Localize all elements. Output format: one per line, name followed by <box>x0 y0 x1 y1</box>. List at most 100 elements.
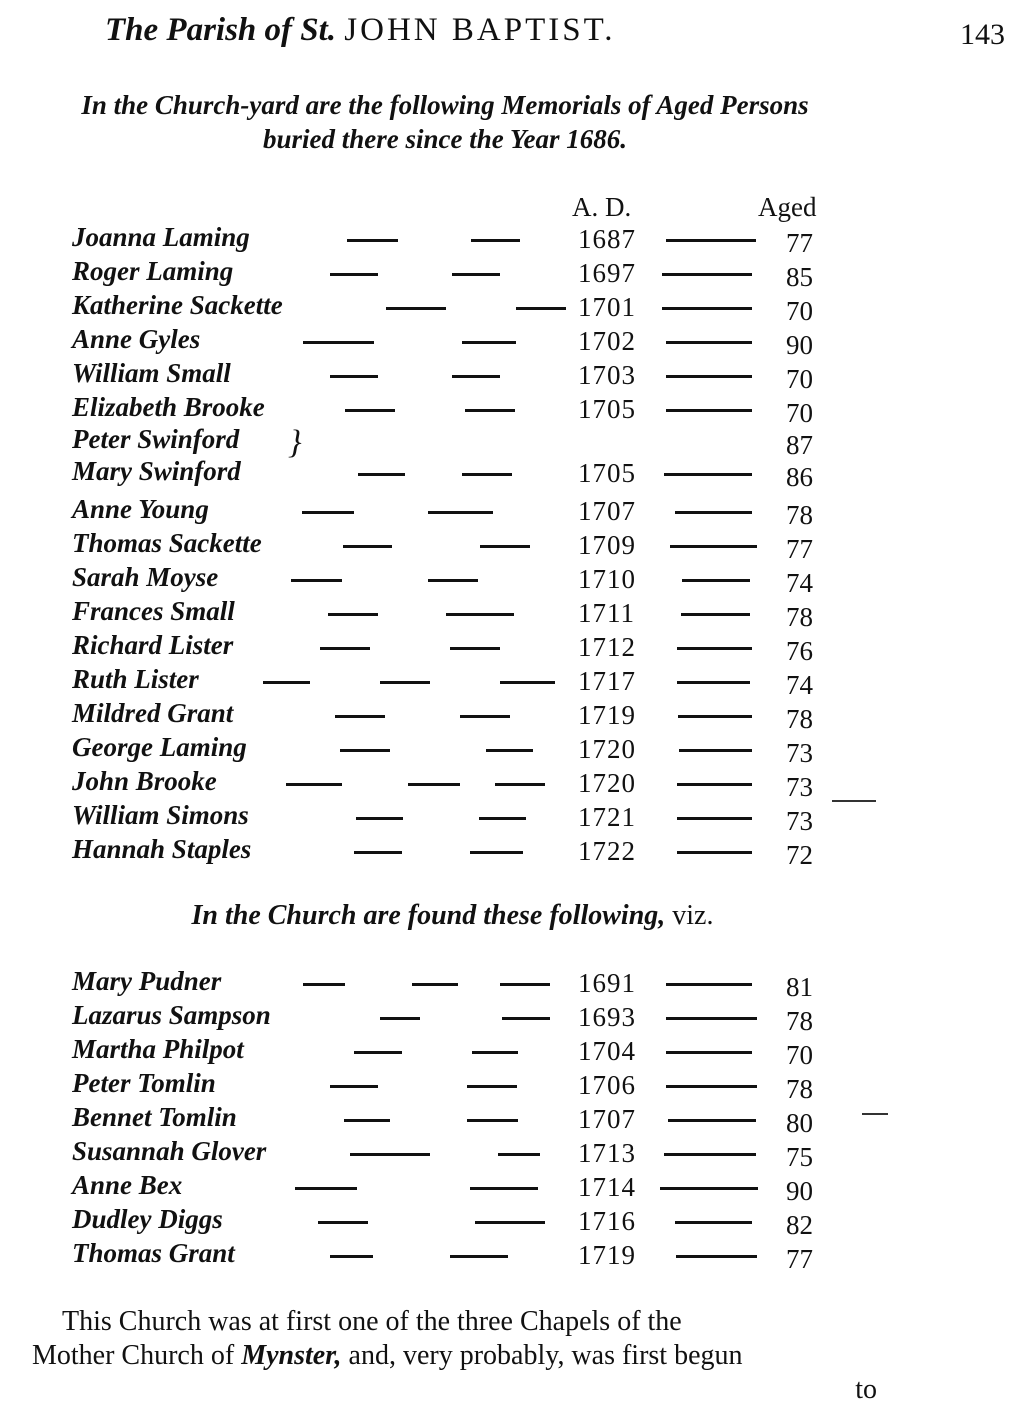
leader-dash <box>428 511 493 514</box>
leader-dash <box>675 511 752 514</box>
leader-dash <box>679 749 752 752</box>
entry-year: 1710 <box>578 564 636 594</box>
entry-age: 90 <box>786 330 813 360</box>
entry-year: 1719 <box>578 700 636 730</box>
entry-year: 1712 <box>578 632 636 662</box>
leader-dash <box>462 473 512 476</box>
entry-name: William Small <box>72 358 231 388</box>
leader-dash <box>330 273 378 276</box>
entry-year: 1704 <box>578 1036 636 1066</box>
entry-year: 1713 <box>578 1138 636 1168</box>
leader-dash <box>330 1255 373 1258</box>
entry-name: Anne Bex <box>72 1170 183 1200</box>
entry-year: 1707 <box>578 496 636 526</box>
entry-age: 77 <box>786 1244 813 1274</box>
entry-year: 1707 <box>578 1104 636 1134</box>
leader-dash <box>330 1085 378 1088</box>
entry-year: 1716 <box>578 1206 636 1236</box>
entry-name: Anne Young <box>72 494 209 524</box>
leader-dash <box>343 545 392 548</box>
leader-dash <box>670 545 757 548</box>
churchyard-intro: In the Church-yard are the following Mem… <box>0 88 890 156</box>
paragraph-line-2: Mother Church of Mynster, and, very prob… <box>32 1339 877 1373</box>
leader-dash <box>462 341 516 344</box>
leader-dash <box>380 1017 420 1020</box>
entry-age: 90 <box>786 1176 813 1206</box>
churchyard-entry: Richard Lister 1712 76 <box>0 630 1023 666</box>
leader-dash <box>302 511 354 514</box>
churchyard-entry: Sarah Moyse 1710 74 <box>0 562 1023 598</box>
entry-name: Thomas Sackette <box>72 528 262 558</box>
churchyard-entry: George Laming 1720 73 <box>0 732 1023 768</box>
leader-dash <box>428 579 478 582</box>
churchyard-entry: Katherine Sackette 1701 70 <box>0 290 1023 326</box>
leader-dash <box>318 1221 368 1224</box>
entry-age: 73 <box>786 738 813 768</box>
entry-year: 1717 <box>578 666 636 696</box>
leader-dash <box>350 1153 430 1156</box>
entry-name: Katherine Sackette <box>72 290 283 320</box>
entry-age: 76 <box>786 636 813 666</box>
churchyard-entry: Roger Laming 1697 85 <box>0 256 1023 292</box>
column-header-age: Aged <box>758 192 817 222</box>
church-heading: In the Church are found these following,… <box>0 900 905 932</box>
entry-name: Elizabeth Brooke <box>72 392 265 422</box>
entry-year: 1720 <box>578 768 636 798</box>
entry-year: 1691 <box>578 968 636 998</box>
entry-name: Susannah Glover <box>72 1136 267 1166</box>
bracket-symbol: } <box>288 424 302 461</box>
leader-dash <box>675 1221 752 1224</box>
leader-dash <box>666 409 752 412</box>
body-paragraph: This Church was at first one of the thre… <box>32 1305 877 1407</box>
entry-year: 1720 <box>578 734 636 764</box>
leader-dash <box>500 681 555 684</box>
entry-year: 1722 <box>578 836 636 866</box>
entry-year: 1719 <box>578 1240 636 1270</box>
entry-name: Thomas Grant <box>72 1238 235 1268</box>
leader-dash <box>677 851 752 854</box>
entry-name: Frances Small <box>72 596 235 626</box>
paragraph-place-name: Mynster, <box>241 1340 342 1371</box>
leader-dash <box>666 1051 752 1054</box>
page-title: The Parish of St. JOHN BAPTIST. <box>105 12 616 49</box>
churchyard-entry: Ruth Lister 1717 74 <box>0 664 1023 700</box>
entry-name: Bennet Tomlin <box>72 1102 237 1132</box>
entry-name: Hannah Staples <box>72 834 252 864</box>
churchyard-entry: Peter Swinford 87 <box>0 424 1023 460</box>
churchyard-entry: Anne Gyles 1702 90 <box>0 324 1023 360</box>
entry-name: George Laming <box>72 732 247 762</box>
leader-dash <box>330 375 378 378</box>
leader-dash <box>470 851 523 854</box>
leader-dash <box>660 1187 758 1190</box>
leader-dash <box>486 749 533 752</box>
leader-dash <box>677 783 752 786</box>
entry-year: 1705 <box>578 458 636 488</box>
leader-dash <box>470 1187 538 1190</box>
title-italic: The Parish of St. <box>105 12 337 48</box>
leader-dash <box>380 681 430 684</box>
entry-year: 1697 <box>578 258 636 288</box>
leader-dash <box>479 817 526 820</box>
entry-name: Anne Gyles <box>72 324 201 354</box>
entry-age: 75 <box>786 1142 813 1172</box>
leader-dash <box>347 239 398 242</box>
leader-dash <box>681 613 750 616</box>
leader-dash <box>676 1255 757 1258</box>
churchyard-entry: Elizabeth Brooke 1705 70 <box>0 392 1023 428</box>
leader-dash <box>668 1119 756 1122</box>
churchyard-entry: William Small 1703 70 <box>0 358 1023 394</box>
entry-year: 1709 <box>578 530 636 560</box>
church-entry: Anne Bex 1714 90 <box>0 1170 1023 1206</box>
title-caps: JOHN BAPTIST. <box>344 12 616 48</box>
leader-dash <box>516 307 566 310</box>
leader-dash <box>502 1017 550 1020</box>
leader-dash <box>303 341 374 344</box>
leader-dash <box>666 375 752 378</box>
leader-dash <box>666 239 756 242</box>
entry-name: Richard Lister <box>72 630 234 660</box>
leader-dash <box>450 1255 508 1258</box>
leader-dash <box>666 1085 757 1088</box>
leader-dash <box>291 579 342 582</box>
entry-year: 1706 <box>578 1070 636 1100</box>
churchyard-entry: Frances Small 1711 78 <box>0 596 1023 632</box>
